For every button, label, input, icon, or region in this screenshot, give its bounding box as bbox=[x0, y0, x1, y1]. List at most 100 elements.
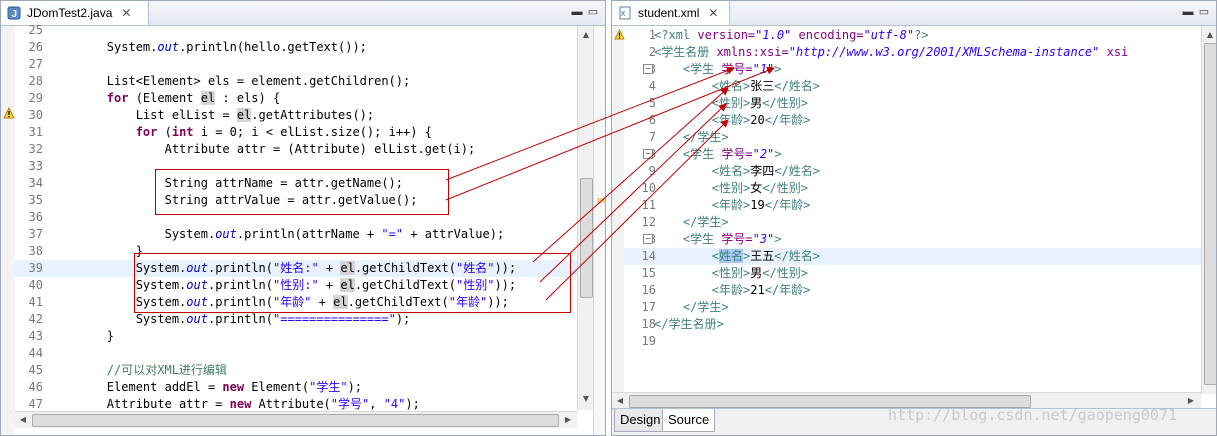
code-token: Element( bbox=[244, 380, 310, 394]
scroll-arrow-icon[interactable]: ▲ bbox=[1203, 28, 1216, 42]
line-number: 4 bbox=[648, 79, 656, 93]
code-line[interactable]: 4 <姓名>张三</姓名> bbox=[624, 78, 1201, 95]
code-line[interactable]: 27 bbox=[15, 56, 577, 73]
childtext-highlight-box bbox=[134, 253, 571, 313]
code-line[interactable]: 44 bbox=[15, 345, 577, 362]
code-line[interactable]: 42 System.out.println("===============")… bbox=[15, 311, 577, 328]
code-token: 学号= bbox=[721, 62, 753, 76]
scroll-arrow-icon[interactable]: ◀ bbox=[16, 413, 30, 427]
code-token: <学生 bbox=[654, 62, 722, 76]
code-line[interactable]: 31 for (int i = 0; i < elList.size(); i+… bbox=[15, 124, 577, 141]
code-token: </年龄> bbox=[764, 283, 811, 297]
code-line[interactable]: 32 Attribute attr = (Attribute) elList.g… bbox=[15, 141, 577, 158]
code-line[interactable]: 37 System.out.println(attrName + "=" + a… bbox=[15, 226, 577, 243]
code-line[interactable]: 8 <学生 学号="2"> bbox=[624, 146, 1201, 163]
java-horizontal-scrollbar[interactable]: ◀ ▶ bbox=[15, 411, 577, 428]
tab-student-xml[interactable]: X student.xml ✕ bbox=[612, 1, 730, 25]
code-text: System.out.println("==============="); bbox=[49, 311, 411, 328]
maximize-icon[interactable]: ▭ bbox=[587, 6, 599, 18]
code-token: new bbox=[222, 380, 245, 394]
warning-icon[interactable] bbox=[3, 106, 15, 122]
code-line[interactable]: 17 </学生> bbox=[624, 299, 1201, 316]
code-line[interactable]: 19 bbox=[624, 333, 1201, 350]
line-number: 2 bbox=[648, 45, 656, 59]
fold-icon[interactable]: − bbox=[643, 149, 653, 159]
code-line[interactable]: 10 <性别>女</性别> bbox=[624, 180, 1201, 197]
code-token: xmlns:xsi= bbox=[716, 45, 789, 59]
scroll-arrow-icon[interactable]: ▼ bbox=[579, 392, 593, 406]
line-number: 1 bbox=[648, 28, 656, 42]
xml-vertical-scrollbar[interactable]: ▲ bbox=[1201, 26, 1216, 394]
code-line[interactable]: 25 bbox=[15, 22, 577, 39]
code-line[interactable]: 14 <姓名>王五</姓名> bbox=[624, 248, 1201, 265]
code-token: "1.0" bbox=[755, 28, 792, 42]
code-line[interactable]: 26 System.out.println(hello.getText()); bbox=[15, 39, 577, 56]
code-text: Attribute attr = (Attribute) elList.get(… bbox=[49, 141, 476, 158]
scroll-arrow-icon[interactable]: ▲ bbox=[579, 28, 593, 42]
code-text: <?xml version="1.0" encoding="utf-8"?> bbox=[654, 27, 929, 44]
close-icon[interactable]: ✕ bbox=[707, 6, 719, 20]
occurrence-marker[interactable] bbox=[597, 198, 605, 203]
code-token: .println(attrName + bbox=[236, 227, 382, 241]
code-text: <性别>女</性别> bbox=[654, 180, 808, 197]
java-overview-ruler bbox=[593, 26, 605, 435]
tab-design[interactable]: Design bbox=[614, 409, 667, 432]
code-token: </性别> bbox=[762, 266, 808, 280]
code-line[interactable]: 45 //可以对XML进行编辑 bbox=[15, 362, 577, 379]
code-token: <学生 bbox=[654, 147, 722, 161]
code-token: System. bbox=[49, 40, 158, 54]
code-token: out bbox=[215, 227, 237, 241]
code-token: List elList = bbox=[49, 108, 237, 122]
java-scroll-thumb[interactable] bbox=[580, 178, 593, 298]
code-text: //可以对XML进行编辑 bbox=[49, 362, 227, 379]
scroll-arrow-icon[interactable]: ▶ bbox=[1184, 394, 1198, 408]
code-line[interactable]: 7 </学生> bbox=[624, 129, 1201, 146]
code-line[interactable]: 30 List elList = el.getAttributes(); bbox=[15, 107, 577, 124]
code-text: </学生> bbox=[654, 299, 729, 316]
line-number: 38 bbox=[28, 244, 43, 258]
code-line[interactable]: 15 <性别>男</性别> bbox=[624, 265, 1201, 282]
code-line[interactable]: 46 Element addEl = new Element("学生"); bbox=[15, 379, 577, 396]
tab-source[interactable]: Source bbox=[662, 409, 716, 432]
code-line[interactable]: 29 for (Element el : els) { bbox=[15, 90, 577, 107]
scroll-arrow-icon[interactable]: ▶ bbox=[561, 413, 575, 427]
code-token: ( bbox=[157, 125, 172, 139]
code-token: i = 0; i < elList.size(); i++) { bbox=[193, 125, 432, 139]
scroll-arrow-icon[interactable]: ◀ bbox=[613, 394, 627, 408]
code-line[interactable]: 28 List<Element> els = element.getChildr… bbox=[15, 73, 577, 90]
line-number: 31 bbox=[28, 125, 43, 139]
maximize-icon[interactable]: ▭ bbox=[1198, 6, 1210, 18]
code-token: 李四 bbox=[750, 164, 775, 178]
code-line[interactable]: 43 } bbox=[15, 328, 577, 345]
java-hscroll-thumb[interactable] bbox=[32, 414, 559, 427]
fold-icon[interactable]: − bbox=[643, 234, 653, 244]
attr-name-value-highlight-box bbox=[155, 169, 449, 215]
code-token: Element addEl = bbox=[49, 380, 223, 394]
code-line[interactable]: 3 <学生 学号="1"> bbox=[624, 61, 1201, 78]
code-token: Attribute( bbox=[251, 397, 331, 411]
close-icon[interactable]: ✕ bbox=[120, 6, 132, 20]
code-line[interactable]: 12 </学生> bbox=[624, 214, 1201, 231]
line-number: 10 bbox=[641, 181, 656, 195]
code-line[interactable]: 18 </学生名册> bbox=[624, 316, 1201, 333]
line-number: 32 bbox=[28, 142, 43, 156]
xml-scroll-thumb[interactable] bbox=[1204, 43, 1216, 385]
code-token: <性别> bbox=[654, 181, 751, 195]
code-token: encoding= bbox=[791, 28, 864, 42]
fold-icon[interactable]: − bbox=[643, 64, 653, 74]
code-line[interactable]: 13 <学生 学号="3"> bbox=[624, 231, 1201, 248]
code-line[interactable]: 2 <学生名册 xmlns:xsi="http://www.w3.org/2001… bbox=[624, 44, 1201, 61]
minimize-icon[interactable]: ▬ bbox=[1182, 6, 1194, 18]
code-line[interactable]: 1 <?xml version="1.0" encoding="utf-8"?> bbox=[624, 27, 1201, 44]
java-vertical-scrollbar[interactable]: ▲ ▼ bbox=[577, 26, 594, 410]
code-text: for (Element el : els) { bbox=[49, 90, 280, 107]
code-line[interactable]: 5 <性别>男</性别> bbox=[624, 95, 1201, 112]
code-line[interactable]: 6 <年龄>20</年龄> bbox=[624, 112, 1201, 129]
code-line[interactable]: 9 <姓名>李四</姓名> bbox=[624, 163, 1201, 180]
code-line[interactable]: 16 <年龄>21</年龄> bbox=[624, 282, 1201, 299]
code-token: <年龄> bbox=[654, 198, 751, 212]
code-token: <年龄> bbox=[654, 283, 751, 297]
minimize-icon[interactable]: ▬ bbox=[571, 6, 583, 18]
code-line[interactable]: 11 <年龄>19</年龄> bbox=[624, 197, 1201, 214]
